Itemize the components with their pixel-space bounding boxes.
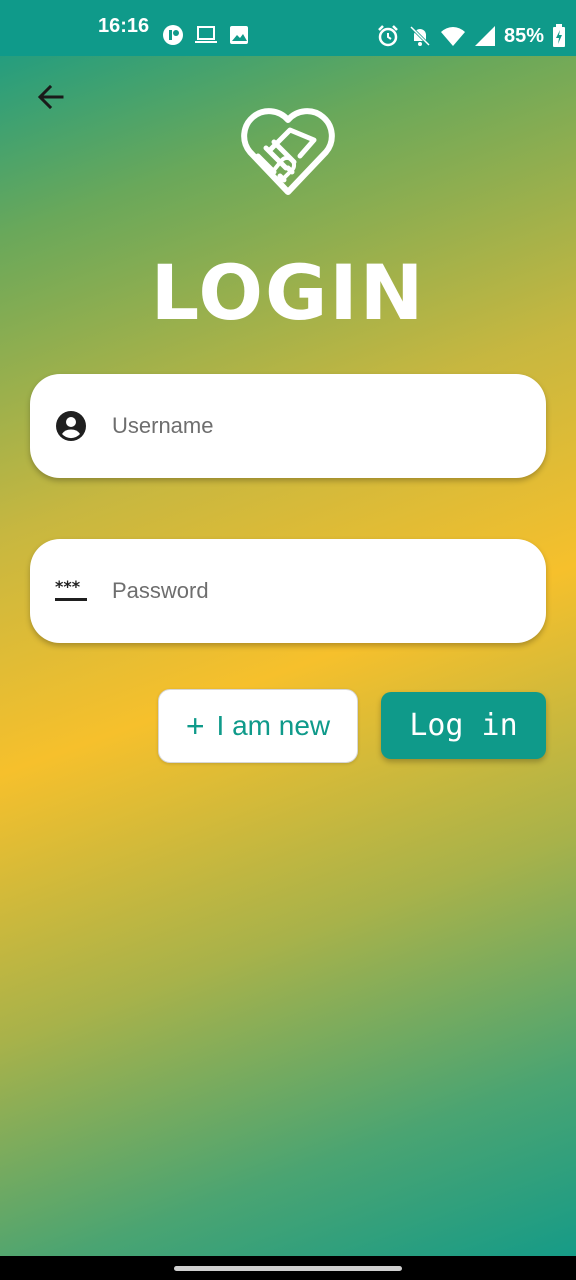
login-label: Log in bbox=[409, 708, 518, 743]
navigation-bar bbox=[0, 1256, 576, 1280]
status-icons-left bbox=[162, 24, 250, 46]
bell-off-icon bbox=[409, 25, 431, 47]
password-icon: *** bbox=[55, 577, 87, 601]
svg-text:***: *** bbox=[55, 577, 81, 596]
back-button[interactable] bbox=[30, 76, 72, 118]
password-field[interactable]: *** bbox=[30, 539, 546, 643]
battery-charging-icon bbox=[553, 24, 565, 47]
heart-handshake-icon bbox=[241, 108, 335, 195]
battery-percentage: 85% bbox=[503, 24, 544, 47]
arrow-left-icon bbox=[37, 84, 64, 110]
username-field[interactable] bbox=[30, 374, 546, 478]
i-am-new-label: I am new bbox=[216, 710, 331, 741]
account-circle-icon bbox=[56, 411, 86, 441]
plus-icon: + bbox=[185, 707, 205, 744]
password-input[interactable] bbox=[110, 577, 494, 605]
username-input[interactable] bbox=[110, 412, 494, 440]
status-bar: 16:16 85% bbox=[0, 0, 576, 56]
wifi-icon bbox=[440, 27, 465, 46]
home-gesture-handle[interactable] bbox=[174, 1266, 402, 1271]
status-icons-right: 85% bbox=[376, 24, 566, 48]
i-am-new-button[interactable]: + I am new bbox=[158, 689, 358, 763]
alarm-icon bbox=[378, 25, 398, 47]
laptop-icon bbox=[195, 26, 217, 43]
notification-app-icon bbox=[163, 25, 183, 45]
image-icon bbox=[230, 26, 248, 44]
login-button[interactable]: Log in bbox=[381, 692, 546, 759]
status-time: 16:16 bbox=[98, 15, 150, 37]
signal-icon bbox=[474, 26, 495, 46]
page-title: LOGIN bbox=[150, 248, 426, 337]
